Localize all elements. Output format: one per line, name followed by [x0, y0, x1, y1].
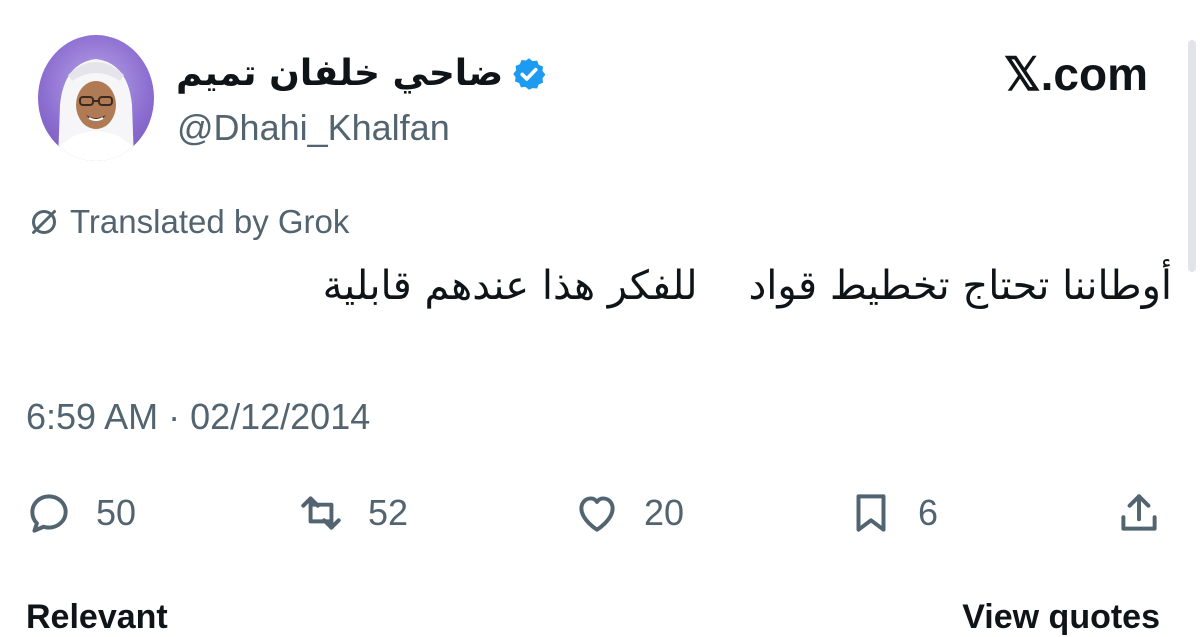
tweet-timestamp[interactable]: 6:59 AM · 02/12/2014	[26, 392, 370, 442]
share-icon	[1121, 494, 1157, 531]
author-handle[interactable]: @Dhahi_Khalfan	[177, 104, 450, 152]
translation-notice: Translated by Grok	[26, 200, 349, 244]
author-name-row[interactable]: ضاحي خلفان تميم	[176, 48, 547, 100]
bookmark-icon	[856, 494, 886, 532]
translation-label: Translated by Grok	[70, 203, 350, 240]
repost-button[interactable]: 52	[296, 486, 408, 540]
reply-button[interactable]: 50	[24, 486, 136, 540]
author-avatar[interactable]	[38, 35, 154, 161]
reply-icon	[30, 494, 68, 533]
like-count: 20	[644, 492, 685, 533]
repost-count: 52	[368, 492, 409, 533]
verified-badge-icon	[513, 58, 546, 90]
view-quotes-link[interactable]: View quotes	[962, 598, 1160, 637]
repost-icon	[301, 496, 341, 530]
like-button[interactable]: 20	[572, 486, 684, 540]
avatar-photo	[52, 59, 140, 161]
bookmark-button[interactable]: 6	[846, 486, 938, 540]
bookmark-count: 6	[918, 492, 939, 533]
grok-icon	[32, 210, 56, 234]
reply-count: 50	[96, 492, 137, 533]
relevant-label[interactable]: Relevant	[26, 598, 168, 637]
scrollbar[interactable]	[1188, 40, 1196, 272]
x-brand-logo: 𝕏.com	[1003, 48, 1148, 100]
author-display-name[interactable]: ضاحي خلفان تميم	[176, 48, 503, 100]
share-button[interactable]	[1114, 486, 1164, 540]
cut-off-row: Relevant View quotes	[0, 598, 1200, 636]
tweet-text: أوطاننا تحتاج تخطيط قواد للفكر هذا عندهم…	[322, 263, 1172, 309]
heart-icon	[579, 496, 615, 532]
